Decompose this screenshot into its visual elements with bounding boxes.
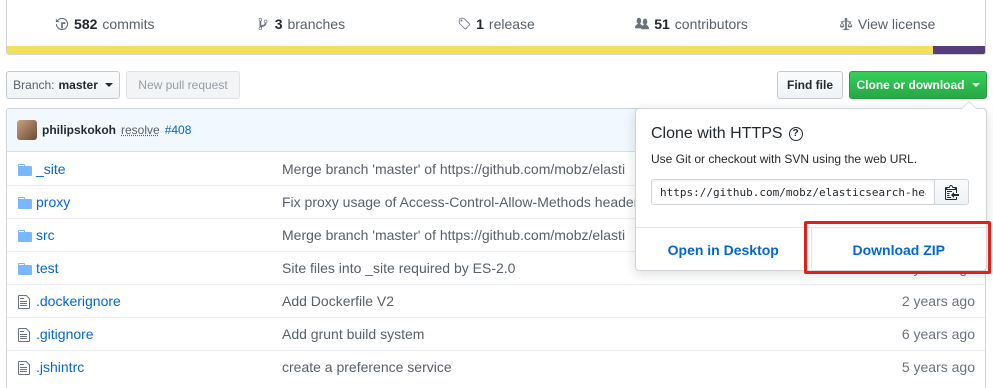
folder-icon: [17, 261, 33, 275]
copy-url-button[interactable]: [934, 180, 968, 204]
clone-dropdown-footer: Open in Desktop Download ZIP: [636, 227, 986, 272]
commit-author[interactable]: philipskokoh: [42, 123, 116, 137]
commit-message[interactable]: resolve: [121, 123, 160, 137]
file-name-link[interactable]: proxy: [36, 194, 70, 210]
table-row: .dockerignore Add Dockerfile V2 2 years ag…: [7, 284, 985, 317]
language-segment-primary: [7, 46, 933, 54]
file-name-link[interactable]: .dockerignore: [36, 293, 121, 309]
clone-dropdown: Clone with HTTPS ? Use Git or checkout w…: [635, 108, 987, 271]
file-name-link[interactable]: src: [36, 227, 55, 243]
clone-url-input[interactable]: [652, 180, 934, 204]
folder-icon: [17, 195, 33, 209]
people-icon: [635, 17, 649, 31]
avatar[interactable]: [17, 120, 37, 140]
file-commit-message[interactable]: Fix proxy usage of Access-Control-Allow-…: [282, 194, 638, 210]
folder-icon: [17, 228, 33, 242]
new-pull-request-button[interactable]: New pull request: [126, 71, 240, 99]
file-icon: [17, 360, 33, 374]
license-link[interactable]: View license: [789, 16, 985, 32]
commits-label: commits: [102, 16, 154, 32]
caret-down-icon: [105, 83, 113, 87]
branch-icon: [256, 17, 270, 31]
clone-dropdown-header: Clone with HTTPS ?: [651, 125, 803, 143]
contributors-count: 51: [654, 16, 670, 32]
file-age: 2 years ago: [902, 293, 975, 309]
language-segment-secondary: [933, 46, 985, 54]
repo-summary: 582 commits 3 branches 1 release 51 cont…: [6, 0, 986, 55]
clone-download-label: Clone or download: [857, 78, 965, 92]
branches-link[interactable]: 3 branches: [203, 16, 399, 32]
file-icon: [17, 294, 33, 308]
releases-label: release: [489, 16, 535, 32]
law-icon: [839, 17, 853, 31]
table-row: .gitignore Add grunt build system 6 years …: [7, 317, 985, 350]
file-name-link[interactable]: test: [36, 260, 59, 276]
open-in-desktop-button[interactable]: Open in Desktop: [636, 228, 811, 272]
commit-pr-link[interactable]: #408: [165, 123, 192, 137]
branches-label: branches: [287, 16, 345, 32]
file-icon: [17, 327, 33, 341]
caret-down-icon: [972, 83, 980, 87]
file-commit-message[interactable]: Site files into _site required by ES-2.0: [282, 260, 515, 276]
table-row: .jshintrc create a preference service 5 ye…: [7, 350, 985, 383]
download-zip-button[interactable]: Download ZIP: [811, 228, 987, 272]
clone-title: Clone with HTTPS: [651, 125, 783, 143]
contributors-label: contributors: [675, 16, 748, 32]
folder-icon: [17, 162, 33, 176]
branch-select-button[interactable]: Branch: master: [6, 71, 120, 99]
file-commit-message[interactable]: Add Dockerfile V2: [282, 293, 394, 309]
file-commit-message[interactable]: Merge branch 'master' of https://github.…: [282, 161, 625, 177]
clipboard-icon: [945, 184, 959, 200]
tag-icon: [457, 17, 471, 31]
license-label: View license: [858, 16, 936, 32]
file-age: 6 years ago: [902, 326, 975, 342]
question-icon[interactable]: ?: [789, 127, 803, 141]
releases-count: 1: [476, 16, 484, 32]
releases-link[interactable]: 1 release: [398, 16, 594, 32]
branch-name: master: [59, 78, 98, 92]
commits-link[interactable]: 582 commits: [7, 16, 203, 32]
file-commit-message[interactable]: create a preference service: [282, 359, 452, 375]
file-commit-message[interactable]: Add grunt build system: [282, 326, 424, 342]
contributors-link[interactable]: 51 contributors: [594, 16, 790, 32]
language-bar[interactable]: [7, 46, 985, 54]
file-name-link[interactable]: .jshintrc: [36, 359, 84, 375]
file-age: 5 years ago: [902, 359, 975, 375]
commits-count: 582: [74, 16, 97, 32]
file-name-link[interactable]: .gitignore: [36, 326, 94, 342]
find-file-button[interactable]: Find file: [777, 71, 843, 99]
clone-subtitle: Use Git or checkout with SVN using the w…: [651, 152, 917, 166]
file-name-link[interactable]: _site: [36, 161, 66, 177]
clone-url-group: [651, 179, 969, 205]
branch-prefix: Branch:: [13, 78, 54, 92]
branches-count: 3: [275, 16, 283, 32]
history-icon: [55, 17, 69, 31]
file-commit-message[interactable]: Merge branch 'master' of https://github.…: [282, 227, 625, 243]
